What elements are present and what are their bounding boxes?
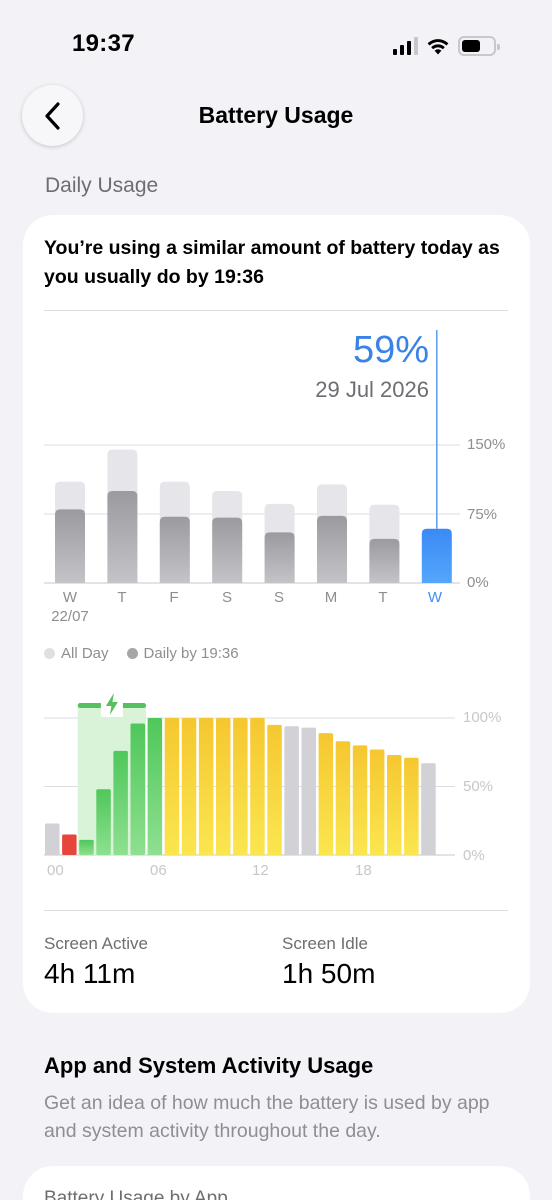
hourly-x-tick: 00 [47,862,64,879]
page-title: Battery Usage [198,102,354,128]
daily-bar-by-time[interactable] [107,491,138,583]
status-time: 19:37 [72,30,135,57]
hourly-bar-idle[interactable] [284,726,299,855]
daily-bar-by-time[interactable] [55,509,85,583]
hourly-x-tick: 06 [150,862,167,879]
status-icons [393,34,500,58]
section-description-app-activity: Get an idea of how much the battery is u… [44,1092,490,1142]
screen-idle-value: 1h 50m [282,958,376,989]
daily-y-tick-75: 75% [467,506,498,523]
hourly-bar-active[interactable] [216,718,231,855]
day-label: M [324,589,338,606]
hourly-x-tick: 18 [355,862,372,879]
hourly-bar-active[interactable] [335,741,351,855]
hourly-bar-active[interactable] [352,745,368,855]
hourly-bar-idle[interactable] [421,763,436,855]
hourly-bar-charging[interactable] [147,718,163,855]
hourly-bar-idle[interactable] [45,823,60,855]
hourly-y-tick-0: 0% [463,847,485,864]
screen-active-value: 4h 11m [44,958,136,989]
daily-y-tick-0: 0% [467,574,489,591]
usage-summary-text: You’re using a similar amount of battery… [44,237,500,288]
day-label: T [117,589,127,606]
daily-bar-by-time[interactable] [317,515,347,583]
hourly-bar-charging[interactable] [113,750,128,855]
hourly-bar-active[interactable] [369,749,385,855]
hourly-bar-active[interactable] [198,718,214,855]
hourly-bar-active[interactable] [318,733,334,855]
hourly-x-tick: 12 [252,862,269,879]
screen-active-label: Screen Active [44,934,148,953]
day-label: S [273,589,284,606]
wifi-icon [427,39,449,55]
hourly-battery-level-chart[interactable] [0,680,552,865]
day-label: T [378,589,388,606]
hourly-bar-active[interactable] [233,718,248,855]
daily-y-tick-150: 150% [467,436,506,453]
cellular-signal-icon [393,37,418,55]
daily-bar-by-time[interactable] [159,516,190,583]
section-header-daily-usage: Daily Usage [45,174,159,197]
hourly-y-tick-100: 100% [463,709,502,726]
card-divider [44,910,508,911]
legend-item-daily-by-time: Daily by 19:36 [126,645,239,662]
daily-bar-by-time[interactable] [264,532,295,583]
screen-idle-label: Screen Idle [282,934,368,953]
section-title-app-activity: App and System Activity Usage [44,1053,374,1078]
day-label: S [221,589,232,606]
hourly-bar-active[interactable] [404,757,419,855]
daily-bar-selected[interactable] [421,528,452,583]
hourly-bar-charging[interactable] [130,723,146,855]
hourly-bar-active[interactable] [250,718,265,855]
daily-bar-by-time[interactable] [212,517,243,583]
hourly-bar-active[interactable] [387,754,402,855]
hourly-bar-charging[interactable] [79,839,94,855]
day-sublabel: 22/07 [51,608,89,625]
hourly-bar-active[interactable] [267,724,282,855]
hourly-y-tick-50: 50% [463,778,494,795]
chart-legend: All Day Daily by 19:36 [44,645,247,662]
battery-icon [458,36,500,56]
day-label-selected: W [427,589,443,606]
day-label: W [62,589,78,606]
hourly-bar-active[interactable] [164,718,180,855]
daily-bar-by-time[interactable] [369,538,400,583]
legend-item-all-day: All Day [44,645,109,662]
day-label: F [169,589,179,606]
battery-usage-by-app-title: Battery Usage by App [44,1188,228,1200]
hourly-bar-idle[interactable] [301,727,317,855]
hourly-bar-charging[interactable] [96,789,111,855]
hourly-bar-low[interactable] [62,834,77,855]
hourly-bar-active[interactable] [181,718,197,855]
